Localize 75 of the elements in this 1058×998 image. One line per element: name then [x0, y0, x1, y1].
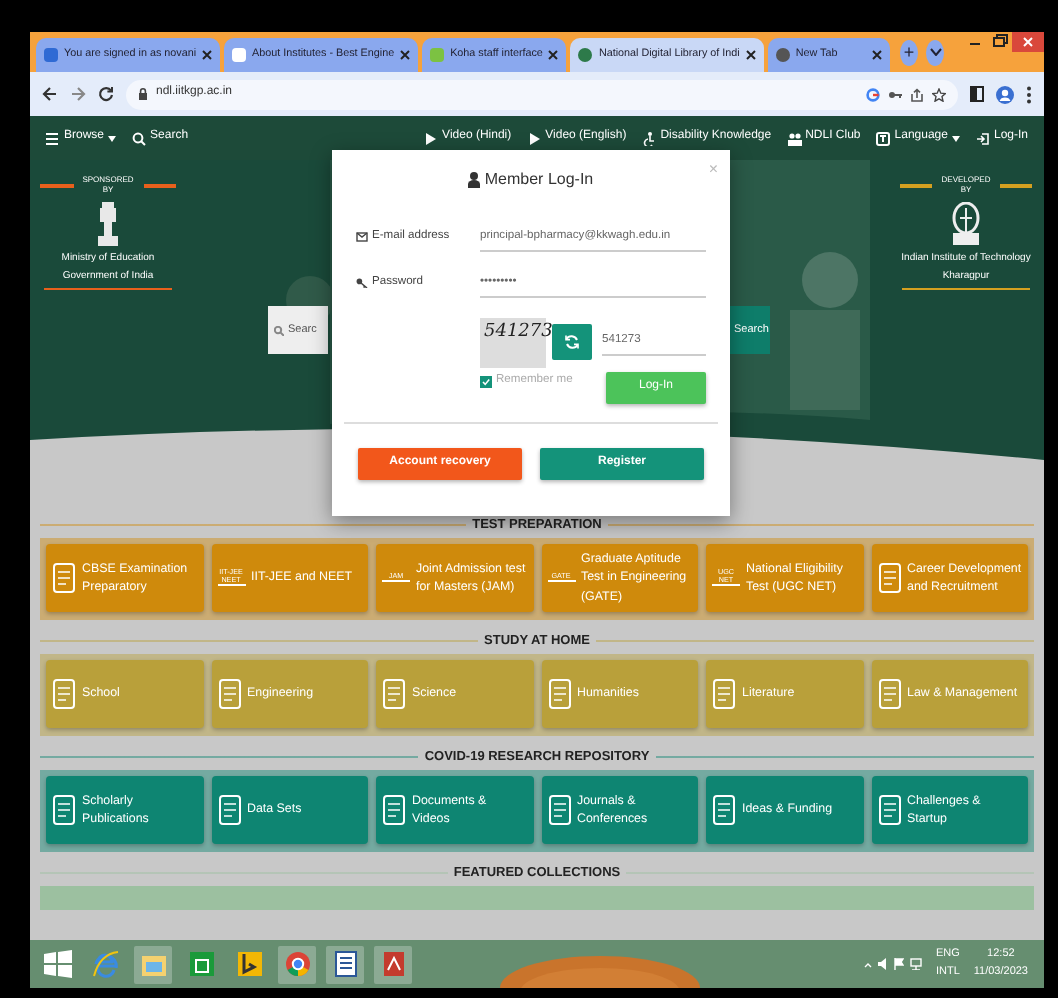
crest-icon [952, 201, 980, 246]
document-icon [52, 562, 76, 594]
flag-icon[interactable] [893, 958, 904, 970]
lock-icon [138, 88, 148, 100]
document-icon [382, 678, 406, 710]
google-icon [866, 87, 880, 101]
tab-favicon-icon [775, 48, 790, 62]
document-icon [877, 678, 901, 710]
emblem-icon [96, 201, 120, 246]
refresh-icon [564, 334, 580, 351]
presentation-button[interactable] [374, 945, 412, 983]
close-icon[interactable] [400, 50, 411, 60]
menu-icon[interactable] [1026, 85, 1032, 103]
login-icon [975, 131, 990, 145]
search-icon [132, 131, 147, 145]
chevron-down-icon [929, 48, 942, 56]
key-icon[interactable] [888, 87, 902, 101]
translate-icon [876, 131, 891, 145]
folder-icon [139, 950, 167, 978]
close-icon[interactable] [745, 50, 756, 60]
network-icon[interactable] [909, 958, 922, 970]
document-button[interactable] [326, 945, 364, 983]
close-icon[interactable] [202, 50, 213, 60]
volume-icon[interactable] [877, 958, 888, 970]
chrome-button[interactable] [278, 945, 316, 983]
user-icon [468, 171, 481, 188]
play-icon [527, 131, 542, 145]
reload-icon[interactable] [98, 86, 114, 102]
document-icon [331, 950, 359, 978]
search-engine-icon [235, 950, 263, 978]
document-icon [877, 562, 901, 594]
checkbox-icon[interactable] [480, 375, 492, 388]
document-icon [52, 794, 76, 826]
close-icon[interactable] [872, 50, 883, 60]
start-button[interactable] [38, 945, 76, 983]
dialog-title: Member Log-In [484, 170, 594, 190]
document-icon [382, 794, 406, 826]
sidebar-icon[interactable] [970, 86, 984, 102]
tab-favicon-icon [430, 48, 445, 62]
document-icon [712, 794, 736, 826]
refresh-button[interactable] [552, 324, 592, 361]
play-icon [424, 131, 439, 145]
caret-icon [951, 135, 960, 141]
chrome-icon [283, 950, 311, 978]
star-icon[interactable] [932, 87, 946, 101]
close-icon[interactable] [548, 50, 559, 60]
search-icon [274, 325, 284, 335]
document-icon [877, 794, 901, 826]
start-icon [43, 950, 71, 978]
chevron-up-icon[interactable] [863, 961, 872, 967]
people-icon [787, 131, 802, 145]
caret-icon [108, 135, 117, 141]
document-icon [547, 678, 571, 710]
back-icon[interactable] [42, 86, 58, 102]
tab-favicon-icon [232, 48, 247, 62]
presentation-icon [379, 950, 407, 978]
browser-icon [91, 950, 119, 978]
new-tab-button[interactable]: + [900, 39, 919, 65]
accessibility-icon [642, 131, 657, 145]
document-icon [547, 794, 571, 826]
profile-icon[interactable] [996, 85, 1014, 103]
forward-icon[interactable] [70, 86, 86, 102]
key-icon [356, 277, 368, 288]
tab-search-button[interactable] [926, 39, 945, 65]
tab-favicon-icon [44, 48, 58, 62]
document-icon [217, 794, 241, 826]
tab-favicon-icon [578, 48, 593, 62]
document-icon [712, 678, 736, 710]
share-icon[interactable] [910, 87, 924, 101]
mail-icon [356, 231, 368, 242]
menu-icon [46, 131, 60, 145]
document-icon [52, 678, 76, 710]
store-icon [187, 950, 215, 978]
document-icon [217, 678, 241, 710]
restore-icon[interactable] [988, 32, 1013, 52]
